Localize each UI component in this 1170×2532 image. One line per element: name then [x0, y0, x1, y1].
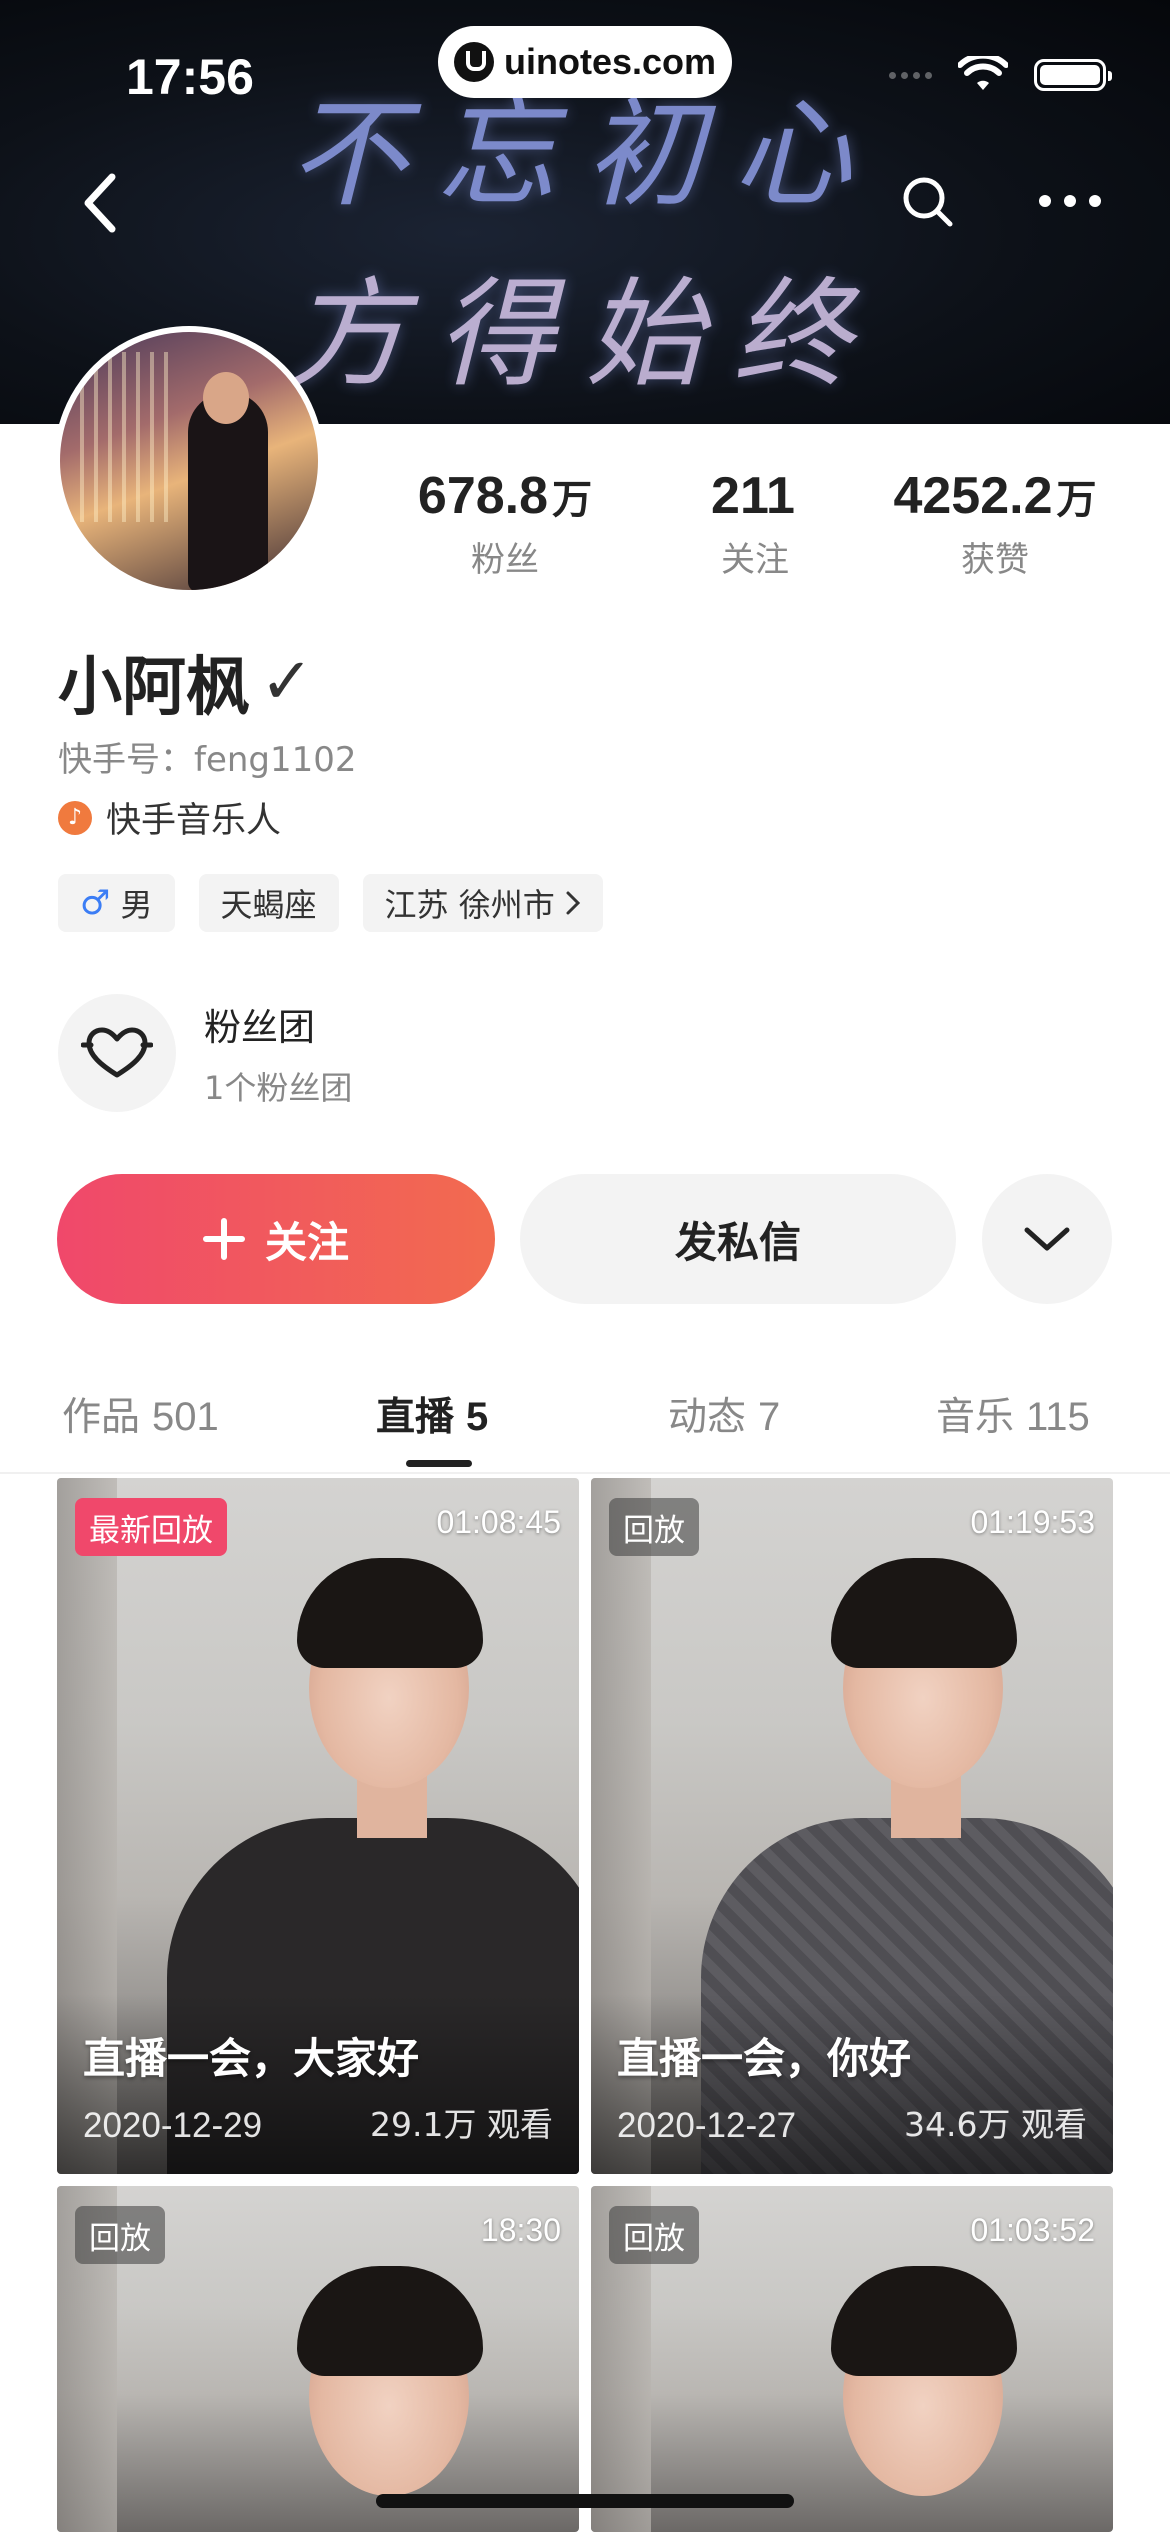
tab-live[interactable]: 直播 5: [376, 1386, 488, 1442]
tag-zodiac-label: 天蝎座: [220, 886, 317, 924]
search-icon: [903, 177, 953, 227]
tab-moments-count: 7: [758, 1395, 781, 1439]
tag-gender: ♂ 男: [58, 874, 175, 932]
video-title: 直播一会，大家好: [83, 2034, 420, 2083]
replay-badge: 回放: [609, 2206, 699, 2264]
tag-location[interactable]: 江苏 徐州市: [362, 874, 603, 932]
tab-music-label: 音乐: [936, 1395, 1015, 1440]
chevron-left-icon: [84, 173, 116, 233]
fan-club-icon-wrap: [58, 994, 176, 1112]
wifi-icon: [958, 56, 1008, 90]
stat-followers-unit: 万: [552, 477, 593, 523]
tab-active-indicator: [406, 1460, 472, 1467]
cellular-signal-icon: [889, 71, 932, 79]
profile-name-row: 小阿枫 ✓: [58, 636, 314, 728]
male-icon: ♂: [80, 883, 111, 923]
follow-button[interactable]: 关注: [57, 1174, 495, 1304]
replay-badge: 最新回放: [75, 1498, 227, 1556]
tag-gender-label: 男: [120, 886, 153, 924]
stat-followers-label: 粉丝: [471, 540, 539, 580]
back-button[interactable]: [70, 168, 130, 238]
stat-likes-unit: 万: [1056, 477, 1097, 523]
chevron-right-icon: [566, 891, 580, 915]
video-duration: 18:30: [480, 2212, 561, 2248]
home-indicator: [376, 2494, 794, 2508]
stat-followers-value: 678.8: [417, 467, 549, 525]
profile-tags: ♂ 男 天蝎座 江苏 徐州市: [58, 874, 603, 932]
more-options-button[interactable]: [1034, 176, 1106, 226]
tag-location-label: 江苏 徐州市: [384, 886, 555, 924]
stat-likes[interactable]: 4252.2 万 获赞: [870, 466, 1120, 581]
battery-icon: [1034, 59, 1112, 91]
video-date: 2020-12-27: [617, 2106, 797, 2145]
tab-works[interactable]: 作品 501: [62, 1386, 219, 1442]
replay-badge: 回放: [609, 1498, 699, 1556]
status-time: 17:56: [126, 49, 254, 105]
video-date: 2020-12-29: [83, 2106, 263, 2145]
tab-live-label: 直播: [376, 1395, 455, 1440]
plus-icon: [202, 1218, 245, 1260]
tab-works-count: 501: [152, 1395, 219, 1439]
uinotes-logo-icon: [453, 42, 494, 82]
tab-moments[interactable]: 动态 7: [668, 1386, 780, 1442]
status-icons: [889, 56, 1112, 94]
message-button[interactable]: 发私信: [520, 1174, 956, 1304]
video-title: 直播一会，你好: [617, 2034, 912, 2083]
musician-tag-label: 快手音乐人: [106, 801, 282, 841]
chevron-down-icon: [1024, 1227, 1070, 1251]
tag-zodiac: 天蝎座: [198, 874, 339, 932]
verified-check-icon: ✓: [260, 645, 314, 719]
stat-likes-value: 4252.2: [893, 467, 1053, 525]
profile-stats: 678.8 万 粉丝 211 关注 4252.2 万 获赞: [380, 466, 1130, 586]
live-replay-card[interactable]: 最新回放 01:08:45 直播一会，大家好 2020-12-29 29.1万 …: [57, 1478, 579, 2174]
message-button-label: 发私信: [674, 1217, 801, 1267]
video-duration: 01:08:45: [436, 1504, 561, 1540]
heart-badge-icon: [81, 1027, 153, 1078]
more-horizontal-icon: [1039, 195, 1101, 207]
more-actions-button[interactable]: [982, 1174, 1112, 1304]
replay-badge: 回放: [75, 2206, 165, 2264]
live-replay-card[interactable]: 回放 01:19:53 直播一会，你好 2020-12-27 34.6万 观看: [591, 1478, 1113, 2174]
kuaishou-id[interactable]: 快手号：feng1102: [58, 732, 357, 781]
stat-following-label: 关注: [721, 540, 789, 580]
tab-moments-label: 动态: [668, 1395, 747, 1440]
fan-club-title: 粉丝团: [204, 1006, 315, 1049]
musician-tag[interactable]: ♪ 快手音乐人: [58, 792, 281, 843]
stat-following-value: 211: [711, 467, 795, 525]
search-button[interactable]: [898, 172, 958, 232]
music-note-icon: ♪: [58, 800, 92, 835]
url-text: uinotes.com: [503, 41, 717, 82]
tab-works-label: 作品: [62, 1395, 141, 1440]
video-duration: 01:19:53: [970, 1504, 1095, 1540]
video-views: 29.1万 观看: [370, 2105, 553, 2144]
video-duration: 01:03:52: [970, 2212, 1095, 2248]
content-tabs: 作品 501 直播 5 动态 7 音乐 115: [0, 1376, 1170, 1474]
stat-following[interactable]: 211 关注: [630, 466, 880, 581]
fan-club-subtitle: 1个粉丝团: [204, 1069, 353, 1107]
tab-music-count: 115: [1026, 1395, 1090, 1439]
fan-club-entry[interactable]: 粉丝团 1个粉丝团: [58, 994, 352, 1112]
url-pill: uinotes.com: [438, 26, 732, 98]
live-replay-card[interactable]: 回放 18:30: [57, 2186, 579, 2532]
avatar[interactable]: [54, 326, 324, 596]
stat-followers[interactable]: 678.8 万 粉丝: [380, 466, 630, 581]
profile-name: 小阿枫: [58, 651, 250, 725]
live-replay-card[interactable]: 回放 01:03:52: [591, 2186, 1113, 2532]
video-views: 34.6万 观看: [904, 2105, 1087, 2144]
tab-music[interactable]: 音乐 115: [936, 1386, 1090, 1442]
stat-likes-label: 获赞: [961, 540, 1029, 580]
follow-button-label: 关注: [264, 1217, 349, 1267]
tab-live-count: 5: [466, 1395, 489, 1439]
